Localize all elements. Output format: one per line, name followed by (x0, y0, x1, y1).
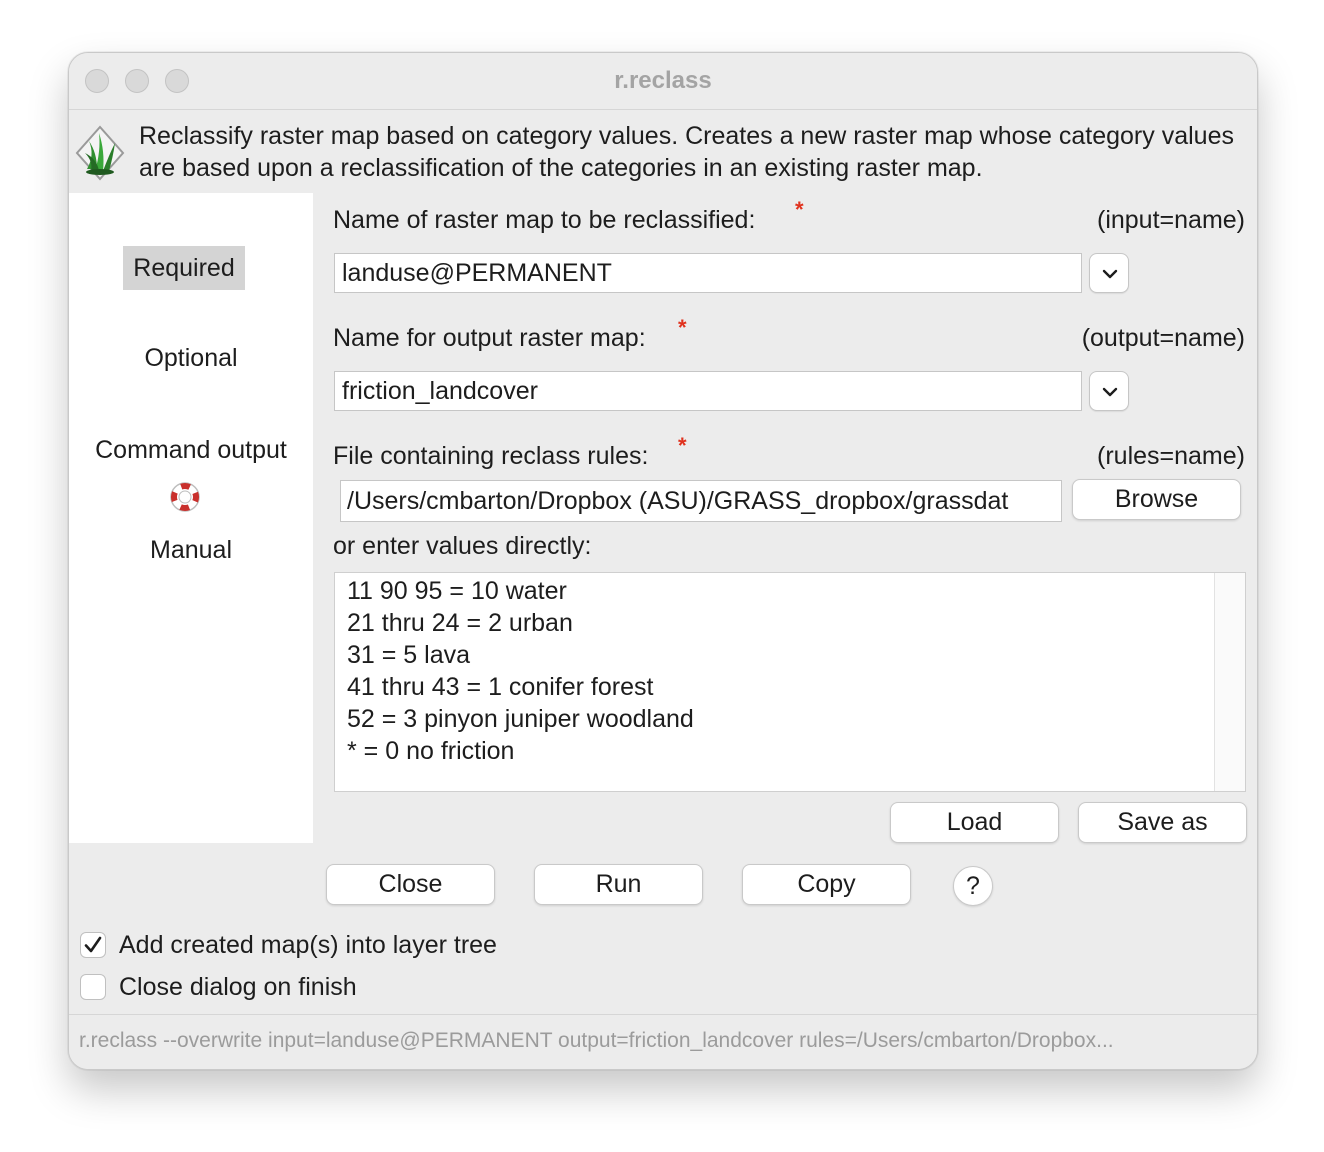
rule-line: * = 0 no friction (347, 737, 515, 765)
grass-logo-icon (75, 125, 125, 181)
help-button[interactable]: ? (953, 866, 993, 906)
chevron-down-icon (1102, 387, 1118, 397)
dialog-window: r.reclass Reclassify raster map based on… (68, 52, 1258, 1070)
save-as-button[interactable]: Save as (1078, 802, 1247, 843)
chevron-down-icon (1102, 269, 1118, 279)
input-param-hint: (input=name) (1097, 206, 1245, 234)
output-map-label: Name for output raster map: (333, 324, 646, 352)
required-mark: * (678, 433, 687, 458)
input-map-field[interactable]: landuse@PERMANENT (334, 253, 1082, 293)
lifebuoy-icon[interactable] (168, 480, 202, 514)
tab-required[interactable]: Required (123, 246, 245, 290)
command-preview: r.reclass --overwrite input=landuse@PERM… (79, 1029, 1114, 1052)
copy-button[interactable]: Copy (742, 864, 911, 905)
close-on-finish-checkbox[interactable] (80, 974, 106, 1000)
load-button[interactable]: Load (890, 802, 1059, 843)
required-mark: * (795, 197, 804, 222)
rule-line: 31 = 5 lava (347, 641, 471, 669)
tab-manual[interactable]: Manual (69, 536, 313, 565)
rules-file-label: File containing reclass rules: (333, 442, 649, 470)
rule-line: 11 90 95 = 10 water (347, 577, 567, 605)
required-mark: * (678, 315, 687, 340)
rules-text-area[interactable]: 11 90 95 = 10 water 21 thru 24 = 2 urban… (334, 572, 1246, 792)
output-map-dropdown[interactable] (1089, 371, 1129, 411)
input-map-label: Name of raster map to be reclassified: (333, 206, 756, 234)
browse-button[interactable]: Browse (1072, 479, 1241, 520)
direct-entry-label: or enter values directly: (333, 532, 592, 560)
add-to-layer-tree-checkbox[interactable] (80, 932, 106, 958)
add-to-layer-tree-label[interactable]: Add created map(s) into layer tree (119, 931, 497, 960)
window-title: r.reclass (614, 67, 712, 94)
run-button[interactable]: Run (534, 864, 703, 905)
output-map-field[interactable]: friction_landcover (334, 371, 1082, 411)
scrollbar[interactable] (1214, 573, 1245, 791)
tab-optional[interactable]: Optional (69, 344, 313, 373)
rule-line: 52 = 3 pinyon juniper woodland (347, 705, 694, 733)
rules-file-field[interactable]: /Users/cmbarton/Dropbox (ASU)/GRASS_drop… (340, 480, 1062, 522)
rules-param-hint: (rules=name) (1097, 442, 1245, 470)
status-bar: r.reclass --overwrite input=landuse@PERM… (69, 1014, 1257, 1069)
rule-line: 41 thru 43 = 1 conifer forest (347, 673, 654, 701)
close-on-finish-label[interactable]: Close dialog on finish (119, 973, 357, 1002)
output-param-hint: (output=name) (1081, 324, 1245, 352)
tab-command-output[interactable]: Command output (69, 436, 313, 465)
close-button[interactable]: Close (326, 864, 495, 905)
input-map-dropdown[interactable] (1089, 253, 1129, 293)
module-description: Reclassify raster map based on category … (139, 122, 1234, 182)
checkmark-icon (84, 936, 102, 953)
module-header: Reclassify raster map based on category … (69, 110, 1257, 192)
rule-line: 21 thru 24 = 2 urban (347, 609, 573, 637)
title-bar: r.reclass (69, 53, 1257, 110)
section-sidebar: Required Optional Command output Manual (69, 193, 313, 843)
